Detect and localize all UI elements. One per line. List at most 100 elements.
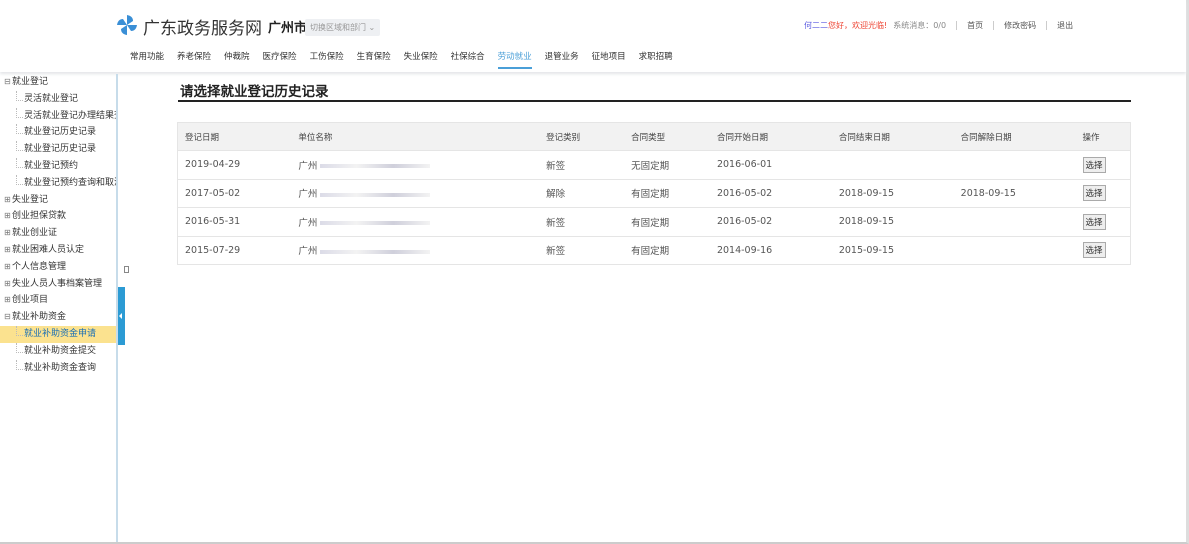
sidebar-item-label: 就业补助资金申请 (24, 328, 97, 339)
nav-tab[interactable]: 社保综合 (451, 50, 485, 68)
cell-text: 2016-06-01 (716, 159, 773, 171)
change-password-link[interactable]: 修改密码 (1004, 20, 1036, 31)
sidebar-item[interactable]: ⊞就业困难人员认定 (0, 242, 116, 259)
redacted-text (320, 221, 431, 226)
cell-text: 广州 (298, 217, 318, 229)
table-cell: 2015-09-15 (831, 235, 954, 265)
sidebar-item[interactable]: ⊞失业登记 (0, 192, 116, 209)
cell-text: 2015-07-29 (185, 244, 241, 256)
table-cell: 无固定期 (624, 150, 710, 179)
cell-text: 有固定期 (631, 189, 670, 201)
history-table: 登记日期 单位名称 登记类别 合同类型 合同开始日期 合同结束日期 合同解除日期 操作 201… (177, 122, 1131, 265)
cell-text: 2014-09-16 (716, 244, 773, 256)
expand-icon[interactable]: ⊞ (4, 276, 12, 293)
expand-icon[interactable]: ⊞ (4, 259, 12, 276)
table-cell: 2016-05-02 (709, 178, 832, 208)
expand-icon[interactable]: ⊞ (4, 192, 12, 209)
sidebar-item[interactable]: 就业登记历史记录 (0, 141, 116, 158)
nav-tab[interactable]: 医疗保险 (263, 50, 297, 68)
header: 广东政务服务网 广州市 切换区域和部门 ⌄ 常用功能 养老保险 仲裁院 医疗保险 工伤保… (0, 0, 1186, 72)
welcome-text: 您好，欢迎光临! (828, 21, 888, 30)
cell-text: 2015-09-15 (838, 244, 895, 256)
system-messages[interactable]: 系统消息：0/0 (893, 20, 946, 31)
nav-tab[interactable]: 养老保险 (177, 50, 211, 68)
sidebar-item[interactable]: ⊞创业项目 (0, 292, 116, 309)
sidebar-item[interactable]: 灵活就业登记 (0, 90, 116, 108)
sidebar-item[interactable]: 就业补助资金申请 (0, 325, 116, 343)
table-cell: 2016-05-02 (709, 207, 832, 236)
select-button[interactable]: 选择 (1082, 185, 1106, 202)
collapse-icon[interactable]: ⊟ (4, 74, 12, 91)
collapse-icon[interactable]: ⊟ (4, 309, 12, 326)
select-button[interactable]: 选择 (1082, 213, 1106, 230)
nav-tab[interactable]: 劳动就业 (497, 50, 532, 69)
table-cell: 2014-09-16 (709, 235, 832, 265)
table-cell: 2015-07-29 (177, 235, 292, 265)
table-cell: 广州 (291, 235, 540, 265)
expand-icon[interactable]: ⊞ (4, 292, 12, 309)
table-cell: 选择 (1075, 178, 1131, 208)
column-header: 登记类别 (539, 122, 625, 151)
sidebar-item-label: 就业登记历史记录 (24, 144, 97, 155)
cell-text: 广州 (298, 189, 318, 201)
table-cell: 2019-04-29 (177, 150, 292, 179)
sidebar-item[interactable]: ⊞创业担保贷款 (0, 208, 116, 225)
sidebar-item[interactable]: 就业登记历史记录 (0, 124, 116, 141)
site-name[interactable]: 广东政务服务网 (143, 14, 262, 39)
table-cell: 广州 (291, 178, 540, 208)
nav-tab[interactable]: 失业保险 (404, 50, 438, 68)
table-row: 2016-05-31 广州 新签 有固定期 2016-05-02 2018-09-15 选择 (177, 207, 1131, 236)
sidebar-item[interactable]: 灵活就业登记办理结果查询 (0, 107, 116, 125)
nav-tab[interactable]: 求职招聘 (639, 50, 673, 68)
sidebar-item[interactable]: 就业补助资金提交 (0, 342, 116, 360)
cell-text: 无固定期 (631, 160, 670, 172)
sidebar-item-label: 就业登记预约 (24, 160, 79, 171)
sidebar-item-label: 就业登记历史记录 (24, 127, 97, 138)
table-cell (953, 235, 1076, 265)
sidebar-item-label: 失业登记 (12, 194, 49, 205)
column-header: 合同解除日期 (953, 122, 1076, 151)
sidebar-item[interactable]: 就业登记预约 (0, 157, 116, 175)
home-link[interactable]: 首页 (967, 20, 983, 31)
sidebar-item-label: 就业登记预约查询和取消 (24, 177, 116, 188)
sidebar-item-label: 创业担保贷款 (12, 211, 67, 222)
sidebar-collapse-handle[interactable] (118, 287, 125, 345)
redacted-text (320, 164, 431, 169)
table-cell: 选择 (1075, 235, 1131, 265)
nav-tab[interactable]: 生育保险 (357, 50, 391, 68)
column-header: 合同开始日期 (709, 122, 832, 151)
sidebar-item[interactable]: ⊟就业登记 (0, 74, 116, 91)
user-bar: 何二二 您好，欢迎光临! 系统消息：0/0 首页 修改密码 退出 (804, 20, 1073, 31)
switch-region-dropdown[interactable]: 切换区域和部门 ⌄ (305, 19, 381, 36)
sidebar-item[interactable]: 就业补助资金查询 (0, 359, 116, 377)
nav-tab[interactable]: 工伤保险 (310, 50, 344, 68)
redacted-text (320, 249, 431, 254)
expand-icon[interactable]: ⊞ (4, 242, 12, 259)
expand-icon[interactable]: ⊞ (4, 208, 12, 225)
checkbox-icon (124, 266, 129, 273)
nav-tab[interactable]: 征地项目 (592, 50, 626, 68)
nav-tab[interactable]: 仲裁院 (224, 50, 250, 68)
sidebar-item-label: 就业创业证 (12, 228, 58, 239)
logout-link[interactable]: 退出 (1057, 20, 1073, 31)
sidebar-item-label: 就业补助资金提交 (24, 345, 97, 356)
nav-tab[interactable]: 常用功能 (130, 50, 164, 68)
sidebar-item-label: 就业困难人员认定 (12, 244, 85, 255)
select-button[interactable]: 选择 (1082, 242, 1106, 259)
table-cell: 新签 (539, 235, 625, 265)
nav-tab[interactable]: 退管业务 (545, 50, 579, 68)
select-button[interactable]: 选择 (1082, 156, 1106, 173)
sidebar-tree: ⊟就业登记灵活就业登记灵活就业登记办理结果查询就业登记历史记录就业登记历史记录就… (0, 74, 118, 542)
table-cell: 2016-06-01 (709, 150, 832, 179)
sidebar-item[interactable]: 就业登记预约查询和取消 (0, 174, 116, 192)
switch-region-label: 切换区域和部门 (310, 23, 366, 32)
sidebar-item[interactable]: ⊞就业创业证 (0, 225, 116, 242)
cell-text: 解除 (546, 189, 566, 201)
table-cell: 新签 (539, 150, 625, 179)
sidebar-item-label: 创业项目 (12, 295, 49, 306)
expand-icon[interactable]: ⊞ (4, 225, 12, 242)
table-row: 2019-04-29 广州 新签 无固定期 2016-06-01 选择 (177, 150, 1131, 179)
sidebar-item[interactable]: ⊟就业补助资金 (0, 309, 116, 326)
sidebar-item[interactable]: ⊞失业人员人事档案管理 (0, 276, 116, 293)
sidebar-item[interactable]: ⊞个人信息管理 (0, 259, 116, 276)
